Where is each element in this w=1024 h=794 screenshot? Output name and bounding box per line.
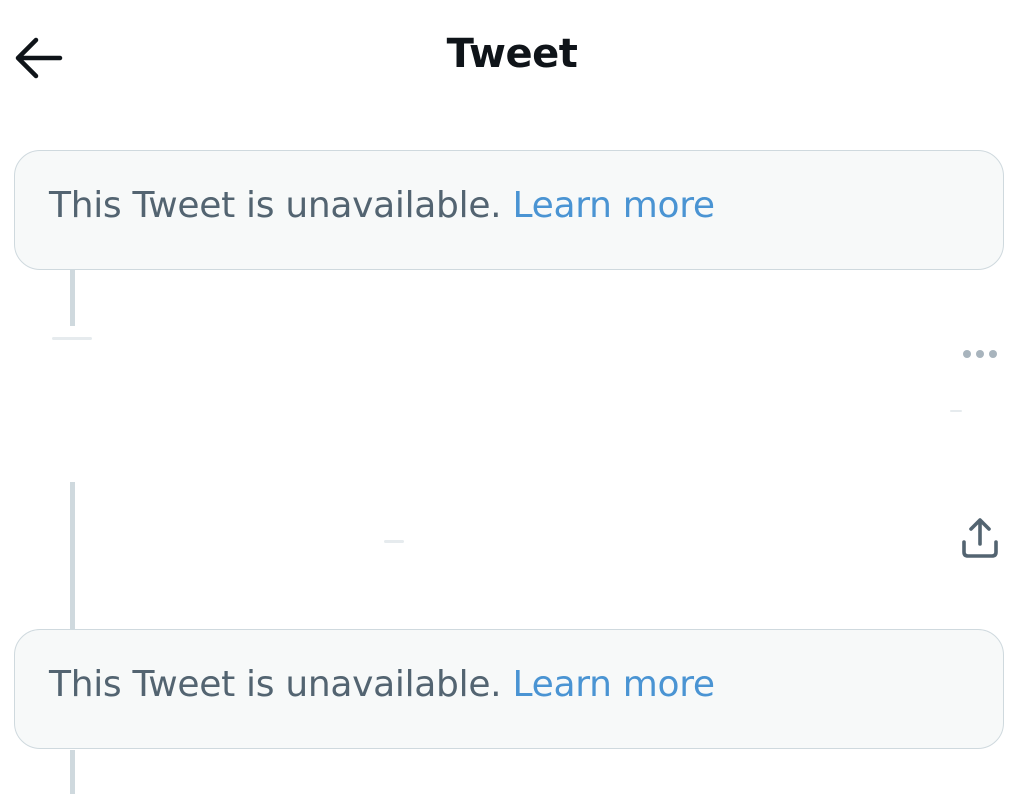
- unavailable-tweet-card: This Tweet is unavailable. Learn more: [14, 150, 1004, 270]
- thread-line: [70, 750, 75, 794]
- page-title: Tweet: [446, 31, 578, 77]
- redacted-content: [52, 337, 92, 340]
- share-icon: [962, 518, 998, 558]
- unavailable-text: This Tweet is unavailable.: [49, 185, 502, 226]
- more-button[interactable]: [958, 344, 1004, 364]
- unavailable-tweet-message: This Tweet is unavailable. Learn more: [49, 185, 715, 226]
- header-bar: Tweet: [0, 0, 1024, 120]
- unavailable-text: This Tweet is unavailable.: [49, 664, 502, 705]
- redacted-content: [950, 410, 962, 412]
- thread-line: [70, 270, 75, 326]
- redacted-content: [384, 540, 404, 543]
- unavailable-tweet-card: This Tweet is unavailable. Learn more: [14, 629, 1004, 749]
- more-horizontal-icon: [963, 350, 997, 358]
- learn-more-link[interactable]: Learn more: [512, 664, 715, 705]
- unavailable-tweet-message: This Tweet is unavailable. Learn more: [49, 664, 715, 705]
- learn-more-link[interactable]: Learn more: [512, 185, 715, 226]
- share-button[interactable]: [956, 514, 1004, 562]
- thread-line: [70, 482, 75, 630]
